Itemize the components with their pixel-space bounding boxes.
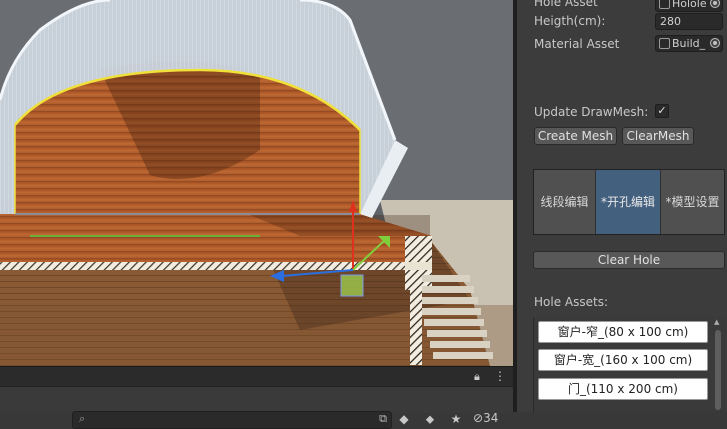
object-picker-icon[interactable] [710,38,720,48]
hidden-count[interactable]: ⊘34 [473,411,498,425]
object-picker-icon[interactable] [710,0,720,8]
tab-model-settings[interactable]: *模型设置 [661,170,724,234]
height-field[interactable]: 280 [655,13,723,30]
material-asset-label: Material Asset [534,37,620,51]
scene-bottom-bar: 🔒︎ ⋮ ⌕ ⧉ ◆ ⬥ ★ ⊘34 [0,366,513,429]
material-asset-value: Build_ [672,37,706,50]
hole-asset-item[interactable]: 窗户-宽_(160 x 100 cm) [538,349,708,371]
bar-header: 🔒︎ ⋮ [0,366,513,387]
hole-asset-value: Holole [672,0,707,10]
hole-asset-item[interactable]: 门_(110 x 200 cm) [538,378,708,400]
update-drawmesh-label: Update DrawMesh: [534,105,649,119]
hole-assets-label: Hole Assets: [534,295,608,309]
scrollbar-thumb[interactable] [715,330,721,410]
hole-asset-label: Hole Asset [534,0,598,9]
scene-search-icon[interactable]: ⧉ [379,412,387,426]
mode-tabs: 线段编辑 *开孔编辑 *模型设置 [533,169,725,235]
search-icon: ⌕ [79,412,86,425]
height-label: Heigth(cm): [534,14,606,28]
search-input[interactable]: ⌕ ⧉ [72,411,392,429]
scroll-up-icon[interactable]: ▲ [714,318,719,326]
list-scrollbar[interactable]: ▲ [714,318,722,410]
tab-segment-edit[interactable]: 线段编辑 [534,170,595,234]
create-mesh-button[interactable]: Create Mesh [534,127,617,145]
hole-asset-item[interactable]: 窗户-窄_(80 x 100 cm) [538,321,708,343]
material-asset-field[interactable]: Build_ [655,35,723,52]
update-drawmesh-checkbox[interactable]: ✓ [655,104,669,118]
asset-icon [659,0,670,9]
scene-render [0,0,513,366]
checkmark-icon: ✓ [657,104,667,117]
search-toolbar: ⌕ ⧉ ◆ ⬥ ★ ⊘34 [0,386,513,429]
shapes-filter-icon[interactable]: ◆ [394,409,414,429]
lock-icon[interactable]: 🔒︎ [474,370,480,384]
hidden-count-value: 34 [483,411,499,425]
hole-assets-list: 窗户-窄_(80 x 100 cm) 窗户-宽_(160 x 100 cm) 门… [533,317,726,412]
scene-viewport[interactable] [0,0,513,366]
asset-icon [659,38,670,49]
eye-hidden-icon: ⊘ [473,411,484,425]
inspector-panel: Hole Asset Holole Heigth(cm): 280 Materi… [517,0,727,412]
tag-icon[interactable]: ⬥ [420,409,440,429]
tab-hole-edit[interactable]: *开孔编辑 [596,170,660,234]
height-value: 280 [660,15,681,28]
favorite-star-icon[interactable]: ★ [446,409,466,429]
clear-hole-button[interactable]: Clear Hole [533,251,725,269]
hole-asset-field[interactable]: Holole [655,0,723,12]
more-options-icon[interactable]: ⋮ [494,369,506,383]
clear-mesh-button[interactable]: ClearMesh [622,127,694,145]
